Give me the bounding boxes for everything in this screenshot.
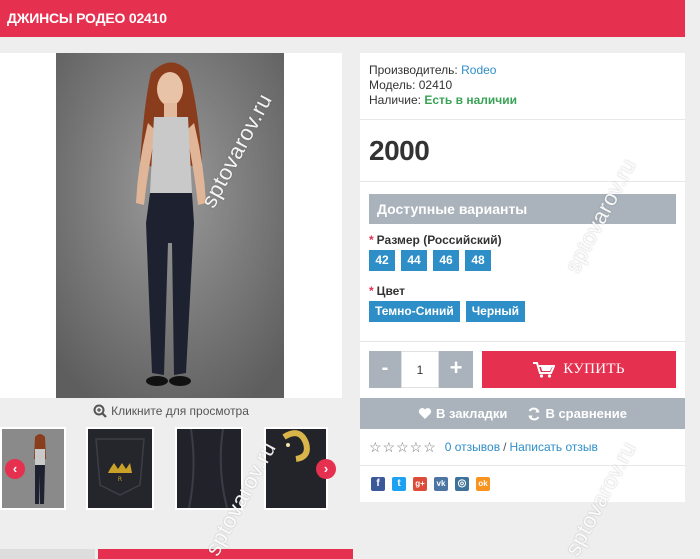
add-to-cart-area: - + КУПИТЬ [360, 342, 685, 398]
vk-icon[interactable]: vk [434, 477, 448, 491]
tab-description[interactable] [0, 549, 95, 559]
buy-button[interactable]: КУПИТЬ [482, 351, 676, 388]
product-image-panel [0, 53, 342, 398]
color-options: Темно-Синий Черный [369, 301, 685, 322]
zoom-hint-label: Кликните для просмотра [111, 404, 249, 418]
zoom-in-icon [93, 404, 107, 418]
carousel-prev-arrow[interactable]: ‹ [5, 459, 25, 479]
twitter-icon[interactable]: t [392, 477, 406, 491]
instagram-icon[interactable]: ◎ [455, 477, 469, 491]
main-product-photo[interactable] [56, 53, 284, 398]
bookmarks-label: В закладки [436, 406, 508, 421]
size-option-42[interactable]: 42 [369, 250, 395, 271]
heart-icon [418, 408, 432, 419]
page-title-bar: ДЖИНСЫ РОДЕО 02410 [0, 0, 685, 37]
zoom-hint[interactable]: Кликните для просмотра [0, 398, 342, 424]
size-option-44[interactable]: 44 [401, 250, 427, 271]
write-review-link[interactable]: Написать отзыв [509, 440, 597, 454]
buy-button-label: КУПИТЬ [563, 361, 625, 377]
thumbnail-2[interactable]: R [86, 427, 154, 510]
variants-header: Доступные варианты [369, 194, 676, 224]
size-option-title: * Размер (Российский) [369, 233, 685, 247]
thumbnail-seam-image [177, 429, 241, 508]
model-value: 02410 [418, 78, 453, 92]
product-info: Производитель: Rodeo Модель: 02410 Налич… [360, 53, 685, 120]
color-option-dark-blue[interactable]: Темно-Синий [369, 301, 460, 322]
page-title: ДЖИНСЫ РОДЕО 02410 [7, 10, 167, 26]
svg-text:R: R [118, 476, 122, 483]
social-share-row: f t g+ vk ◎ ok [360, 466, 685, 502]
required-mark: * [369, 284, 374, 298]
size-options: 42 44 46 48 [369, 250, 685, 271]
price-section: 2000 [360, 120, 685, 182]
size-option-48[interactable]: 48 [465, 250, 491, 271]
size-option-label: Размер (Российский) [376, 233, 502, 247]
product-price: 2000 [369, 134, 430, 166]
odnoklassniki-icon[interactable]: ok [476, 477, 490, 491]
manufacturer-link[interactable]: Rodeo [461, 63, 496, 77]
color-option-label: Цвет [376, 284, 406, 298]
color-option-black[interactable]: Черный [465, 301, 526, 322]
cart-icon [533, 361, 556, 378]
availability-label: Наличие: [369, 93, 422, 107]
product-details-panel: Производитель: Rodeo Модель: 02410 Налич… [360, 53, 685, 502]
add-to-bookmarks-button[interactable]: В закладки [418, 406, 507, 421]
reviews-count-link[interactable]: 0 отзывов [445, 440, 500, 454]
wishlist-compare-bar: В закладки В сравнение [360, 398, 685, 429]
quantity-minus-button[interactable]: - [369, 351, 401, 388]
thumbnail-pocket-image: R [88, 429, 152, 508]
color-option-title: * Цвет [369, 284, 685, 298]
googleplus-icon[interactable]: g+ [413, 477, 427, 491]
star-rating-icon: ☆☆☆☆☆ [369, 438, 437, 455]
model-photo-illustration [56, 53, 284, 398]
thumbnail-carousel: R ‹ › [0, 427, 342, 510]
add-to-compare-button[interactable]: В сравнение [527, 406, 627, 421]
facebook-icon[interactable]: f [371, 477, 385, 491]
model-label: Модель: [369, 78, 416, 92]
compare-label: В сравнение [545, 406, 627, 421]
tab-active[interactable] [98, 549, 353, 559]
availability-value: Есть в наличии [424, 93, 517, 107]
quantity-input[interactable] [401, 351, 439, 388]
carousel-next-arrow[interactable]: › [316, 459, 336, 479]
quantity-plus-button[interactable]: + [439, 351, 473, 388]
manufacturer-label: Производитель: [369, 63, 458, 77]
rating-row: ☆☆☆☆☆ 0 отзывов / Написать отзыв [360, 429, 685, 466]
reviews-separator: / [503, 440, 507, 454]
compare-refresh-icon [528, 407, 540, 420]
required-mark: * [369, 233, 374, 247]
thumbnail-3[interactable] [175, 427, 243, 510]
size-option-46[interactable]: 46 [433, 250, 459, 271]
